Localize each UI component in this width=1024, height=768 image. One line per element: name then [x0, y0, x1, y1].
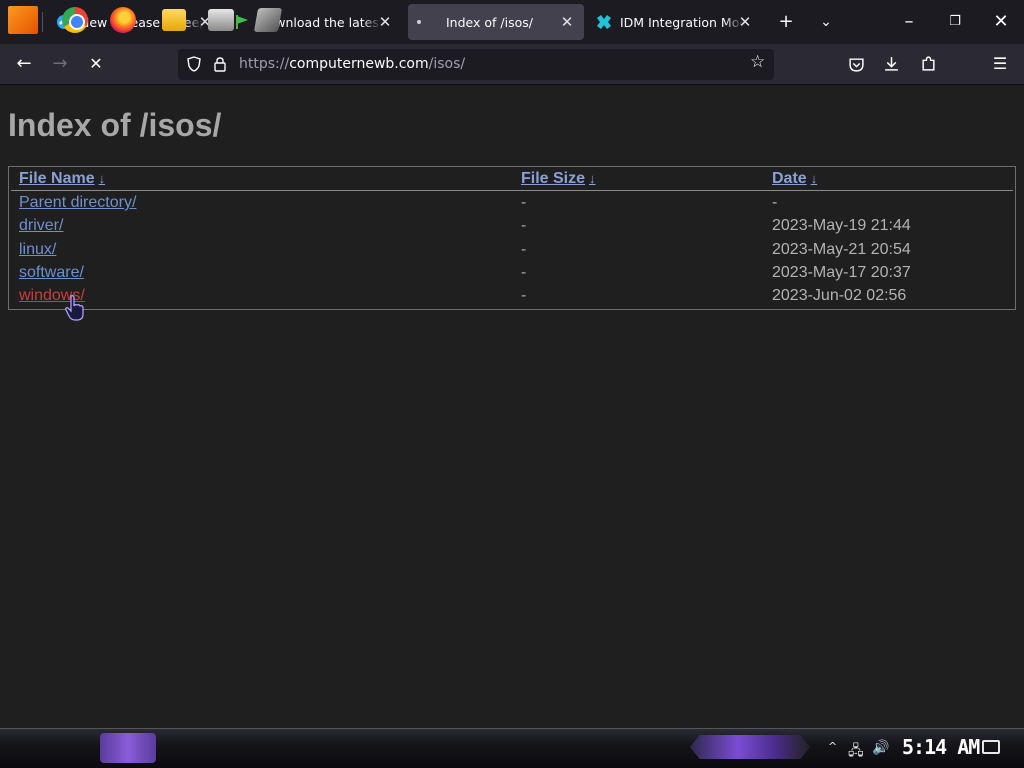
url-path: /isos/	[428, 56, 466, 72]
bookmark-star-icon[interactable]: ☆	[750, 52, 765, 72]
parent-directory-link[interactable]: Parent directory/	[19, 194, 136, 211]
taskbar-decoration	[690, 735, 810, 759]
url-text[interactable]: https://computernewb.com/isos/	[239, 56, 465, 72]
restore-icon[interactable]: ❐	[941, 8, 969, 36]
file-size-cell: -	[521, 217, 527, 234]
list-tabs-icon[interactable]: ⌄	[812, 8, 840, 36]
system-clock[interactable]: 5:14 AM	[902, 735, 980, 759]
new-tab-icon[interactable]: +	[772, 8, 800, 36]
url-host: computernewb.com	[289, 56, 429, 72]
file-listing-table: File Name ↓ File Size ↓ Date ↓ Parent direc…	[8, 166, 1016, 310]
table-row: driver/ - 2023-May-19 21:44	[9, 217, 1015, 240]
active-app-highlight	[100, 733, 156, 763]
table-row: Parent directory/ - -	[9, 194, 1015, 217]
date-cell: 2023-Jun-02 02:56	[772, 287, 907, 304]
tab-download[interactable]: Download the latest f ✕	[222, 4, 402, 40]
date-header[interactable]: Date	[772, 170, 807, 187]
network-icon[interactable]: 🖧	[848, 740, 864, 764]
tab-label: IDM Integration Mod	[620, 14, 743, 30]
navigation-toolbar: ← → ✕ https://computernewb.com/isos/ ☆ ☰	[0, 44, 1024, 85]
chrome-icon[interactable]	[62, 7, 88, 33]
sort-arrow-icon[interactable]: ↓	[589, 171, 596, 186]
show-hidden-icons-icon[interactable]: ^	[828, 740, 837, 753]
date-cell: -	[772, 194, 778, 211]
loading-dot-icon	[417, 20, 421, 24]
hand-cursor-icon	[65, 295, 84, 321]
close-tab-icon[interactable]: ✕	[736, 13, 754, 31]
date-cell: 2023-May-17 20:37	[772, 264, 911, 281]
date-cell: 2023-May-19 21:44	[772, 217, 911, 234]
file-size-cell: -	[521, 241, 527, 258]
file-size-cell: -	[521, 194, 527, 211]
forward-icon[interactable]: →	[46, 50, 74, 78]
table-row: windows/ - 2023-Jun-02 02:56	[9, 287, 1015, 310]
page-content: Index of /isos/ File Name ↓ File Size ↓ Da…	[0, 86, 1024, 728]
driver-folder-link[interactable]: driver/	[19, 217, 63, 234]
page-title: Index of /isos/	[8, 107, 222, 143]
pocket-icon[interactable]	[848, 56, 865, 73]
tab-divider	[42, 12, 43, 32]
sort-arrow-icon[interactable]: ↓	[99, 171, 106, 186]
url-bar[interactable]: https://computernewb.com/isos/ ☆	[178, 49, 774, 80]
tab-idm[interactable]: IDM Integration Mod ✕	[584, 4, 762, 40]
file-name-header[interactable]: File Name	[19, 170, 95, 187]
file-size-cell: -	[521, 287, 527, 304]
idm-icon	[597, 15, 611, 29]
stop-loading-icon[interactable]: ✕	[82, 50, 110, 78]
software-folder-link[interactable]: software/	[19, 264, 84, 281]
linux-folder-link[interactable]: linux/	[19, 241, 56, 258]
minimize-icon[interactable]: –	[895, 8, 923, 36]
date-cell: 2023-May-21 20:54	[772, 241, 911, 258]
url-scheme: https://	[239, 56, 290, 72]
tab-strip: New Release – Deepin ✕ Download the late…	[0, 0, 1024, 44]
file-size-cell: -	[521, 264, 527, 281]
tool-icon[interactable]	[253, 8, 283, 32]
lock-icon[interactable]	[212, 56, 228, 72]
file-size-header[interactable]: File Size	[521, 170, 585, 187]
close-tab-icon[interactable]: ✕	[558, 13, 576, 31]
header-divider	[11, 190, 1013, 191]
extensions-icon[interactable]	[920, 55, 937, 72]
firefox-icon[interactable]	[110, 7, 136, 33]
volume-icon[interactable]: 🔊	[872, 740, 889, 756]
start-icon[interactable]	[8, 6, 38, 34]
downloads-icon[interactable]	[883, 55, 900, 72]
close-tab-icon[interactable]: ✕	[376, 13, 394, 31]
menu-icon[interactable]: ☰	[986, 50, 1014, 78]
flag-icon	[236, 15, 248, 29]
app-icon[interactable]	[208, 9, 234, 31]
back-icon[interactable]: ←	[10, 50, 38, 78]
close-window-icon[interactable]: ✕	[987, 8, 1015, 36]
file-explorer-icon[interactable]	[162, 9, 186, 31]
sort-arrow-icon[interactable]: ↓	[811, 171, 818, 186]
table-row: software/ - 2023-May-17 20:37	[9, 264, 1015, 287]
table-row: linux/ - 2023-May-21 20:54	[9, 241, 1015, 264]
tab-label: Index of /isos/	[446, 14, 533, 30]
shield-icon[interactable]	[186, 56, 202, 72]
tab-index-isos[interactable]: Index of /isos/ ✕	[408, 4, 584, 40]
notifications-icon[interactable]	[982, 740, 1000, 754]
